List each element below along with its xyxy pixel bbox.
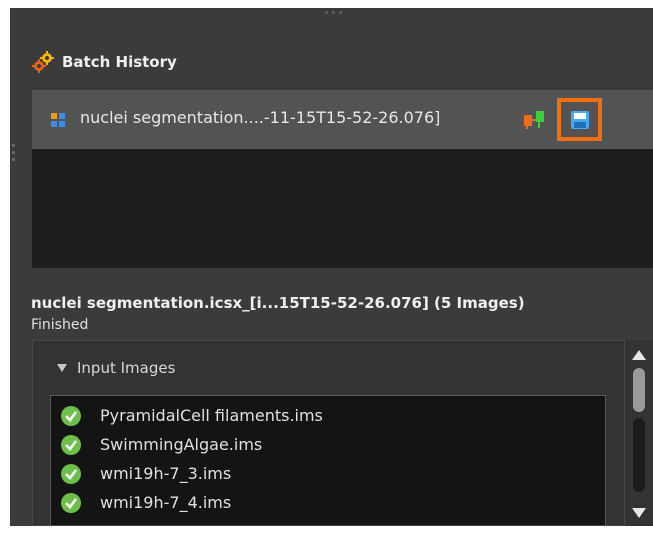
save-button[interactable] — [557, 98, 602, 141]
image-name: SwimmingAlgae.ims — [100, 435, 263, 454]
save-icon — [570, 110, 589, 129]
top-resize-grip[interactable] — [325, 11, 342, 14]
left-resize-grip[interactable] — [12, 144, 15, 161]
batch-history-list: nuclei segmentation....-11-15T15-52-26.0… — [32, 90, 653, 268]
gears-icon — [32, 51, 54, 73]
input-images-label: Input Images — [77, 359, 176, 377]
check-circle-icon — [61, 434, 81, 455]
batch-details: Input Images PyramidalCell filaments.ims… — [32, 340, 653, 526]
input-images-section-toggle[interactable]: Input Images — [57, 359, 175, 377]
image-name: wmi19h-7_3.ims — [100, 464, 232, 483]
batch-result-title: nuclei segmentation.icsx_[i...15T15-52-2… — [31, 294, 525, 312]
input-images-list: PyramidalCell filaments.ims SwimmingAlga… — [50, 395, 606, 525]
vertical-scrollbar[interactable] — [625, 340, 653, 526]
batch-name-label: nuclei segmentation....-11-15T15-52-26.0… — [80, 108, 441, 127]
scrollbar-thumb[interactable] — [633, 368, 645, 412]
image-name: PyramidalCell filaments.ims — [100, 406, 323, 425]
panel-header: Batch History — [32, 49, 177, 75]
batch-history-item[interactable]: nuclei segmentation....-11-15T15-52-26.0… — [32, 90, 653, 149]
scroll-up-arrow-icon[interactable] — [632, 350, 646, 360]
check-circle-icon — [61, 463, 81, 484]
batch-status-label: Finished — [31, 317, 89, 333]
grid-icon — [51, 113, 65, 127]
scrollbar-track[interactable] — [633, 418, 645, 492]
check-circle-icon — [61, 405, 81, 426]
network-icon — [524, 111, 544, 129]
caret-down-icon — [57, 364, 67, 372]
batch-history-panel: Batch History nuclei segmentation....-11… — [10, 8, 653, 526]
image-name: wmi19h-7_4.ims — [100, 493, 232, 512]
check-circle-icon — [61, 492, 81, 513]
details-scroll-area: Input Images PyramidalCell filaments.ims… — [32, 340, 625, 526]
scroll-down-arrow-icon[interactable] — [632, 508, 646, 518]
panel-title: Batch History — [62, 53, 177, 71]
